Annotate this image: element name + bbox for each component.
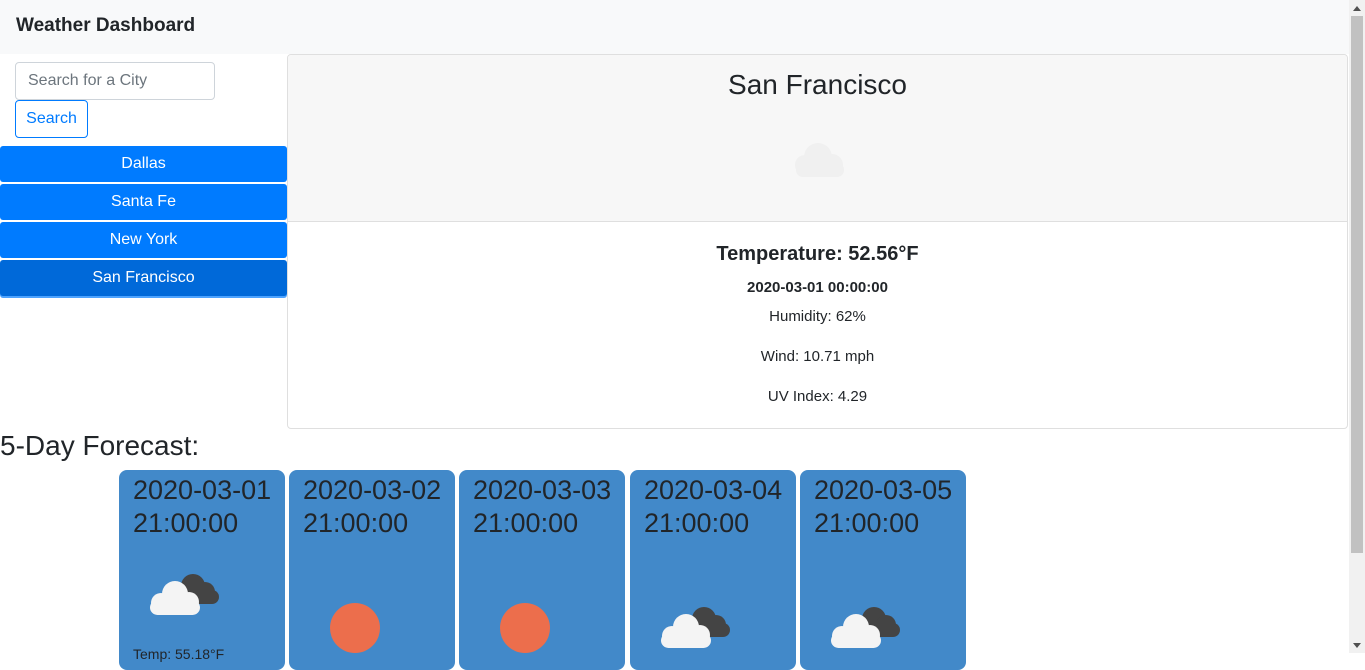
- forecast-date: 2020-03-01 21:00:00: [133, 475, 272, 538]
- sun-icon: [330, 603, 380, 653]
- cloud-icon: [795, 143, 844, 177]
- partly-cloudy-icon: [831, 607, 900, 648]
- partly-cloudy-icon: [661, 607, 730, 648]
- city-item-san-francisco[interactable]: San Francisco: [0, 260, 287, 296]
- current-city-name: San Francisco: [728, 69, 907, 100]
- forecast-card: 2020-03-03 21:00:00: [459, 470, 625, 670]
- city-item-new-york[interactable]: New York: [0, 222, 287, 258]
- search-input[interactable]: [15, 62, 215, 100]
- app-title: Weather Dashboard: [16, 15, 196, 36]
- city-item-dallas[interactable]: Dallas: [0, 146, 287, 182]
- forecast-card: 2020-03-05 21:00:00: [800, 470, 966, 670]
- forecast-date: 2020-03-05 21:00:00: [814, 475, 953, 538]
- current-humidity: Humidity: 62%: [769, 308, 866, 325]
- sun-icon: [500, 603, 550, 653]
- forecast-date: 2020-03-03 21:00:00: [473, 475, 612, 538]
- search-button[interactable]: Search: [15, 100, 88, 138]
- top-bar: Weather Dashboard: [0, 0, 1349, 54]
- current-wind: Wind: 10.71 mph: [760, 348, 875, 365]
- current-weather-header: San Francisco: [288, 55, 1347, 222]
- city-list: Dallas Santa Fe New York San Francisco: [0, 146, 287, 298]
- forecast-heading: 5-Day Forecast:: [0, 430, 200, 461]
- current-uv-index: UV Index: 4.29: [767, 388, 868, 405]
- forecast-card: 2020-03-04 21:00:00: [630, 470, 796, 670]
- partly-cloudy-icon: [150, 574, 219, 615]
- forecast-card: 2020-03-01 21:00:00 Temp: 55.18°F: [119, 470, 285, 670]
- city-item-santa-fe[interactable]: Santa Fe: [0, 184, 287, 220]
- current-date: 2020-03-01 00:00:00: [747, 279, 888, 296]
- current-weather-card: San Francisco Temperature: 52.56°F 2020-…: [287, 54, 1348, 429]
- vertical-scrollbar[interactable]: [1349, 0, 1365, 653]
- scrollbar-thumb[interactable]: [1351, 16, 1363, 553]
- current-temperature: Temperature: 52.56°F: [716, 243, 919, 265]
- scroll-up-arrow-icon[interactable]: [1349, 0, 1365, 16]
- forecast-date: 2020-03-02 21:00:00: [303, 475, 442, 538]
- scroll-down-arrow-icon[interactable]: [1349, 637, 1365, 653]
- forecast-temp: Temp: 55.18°F: [133, 646, 225, 662]
- forecast-date: 2020-03-04 21:00:00: [644, 475, 783, 538]
- forecast-card: 2020-03-02 21:00:00: [289, 470, 455, 670]
